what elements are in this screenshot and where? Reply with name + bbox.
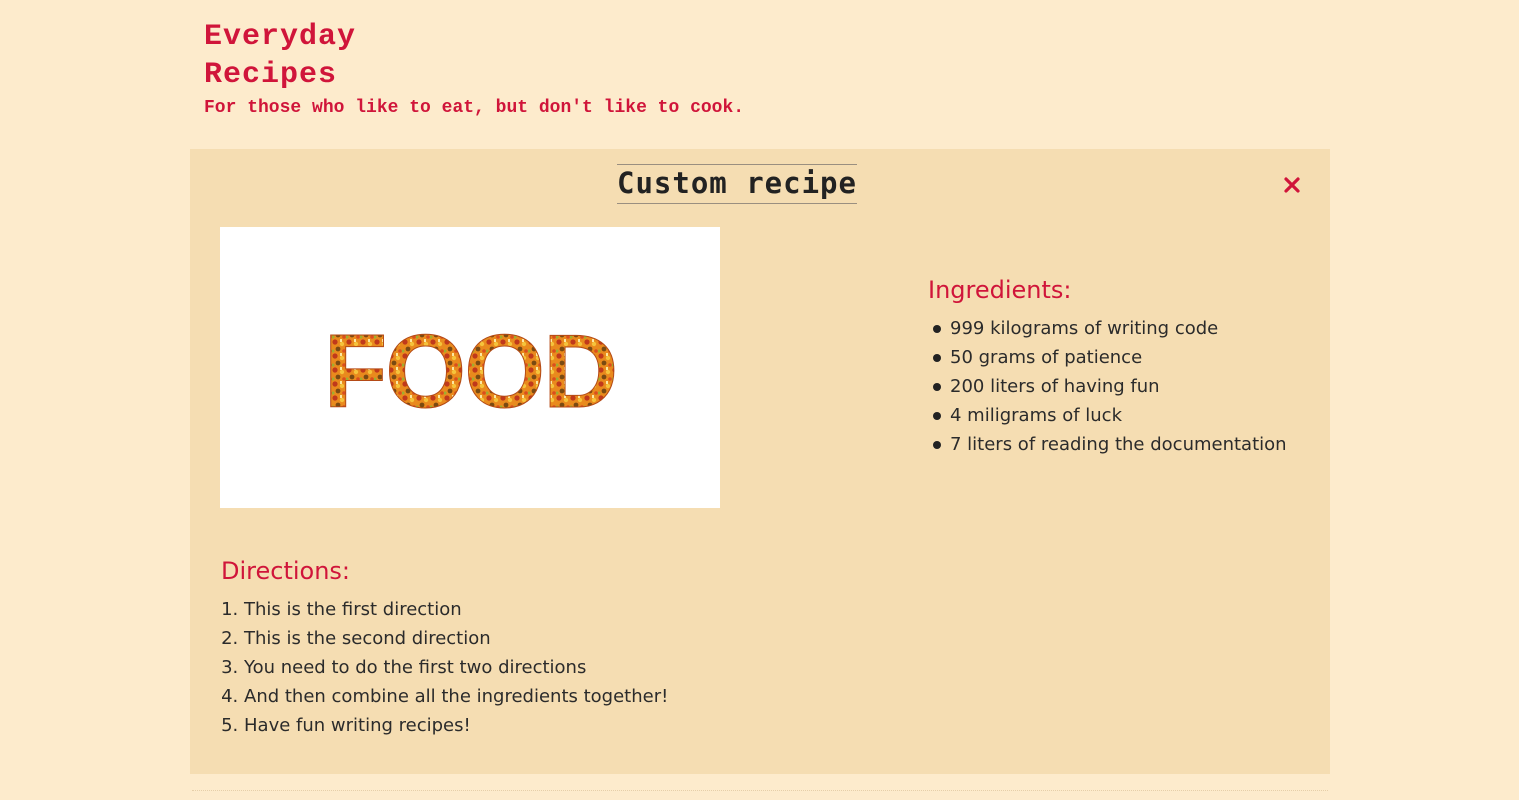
direction-item: You need to do the first two directions [244,653,668,682]
ingredient-item: 200 liters of having fun [933,372,1287,401]
directions-section: Directions: This is the first direction … [221,557,668,740]
site-header: Everyday Recipes For those who like to e… [204,18,744,118]
close-icon [1284,177,1300,193]
directions-list: This is the first direction This is the … [221,595,668,740]
footer-divider [192,790,1328,791]
ingredient-item: 7 liters of reading the documentation [933,430,1287,459]
direction-item: This is the first direction [244,595,668,624]
direction-item: Have fun writing recipes! [244,711,668,740]
recipe-card: Custom recipe FOOD Ingredients: 999 kilo… [190,149,1330,774]
ingredients-heading: Ingredients: [928,276,1072,304]
directions-heading: Directions: [221,557,351,585]
recipe-image: FOOD [220,227,720,508]
site-tagline: For those who like to eat, but don't lik… [204,98,745,118]
close-button[interactable] [1282,175,1302,195]
direction-item: This is the second direction [244,624,668,653]
recipe-title: Custom recipe [617,164,857,204]
ingredient-item: 999 kilograms of writing code [933,314,1287,343]
ingredients-section: Ingredients: 999 kilograms of writing co… [928,276,1287,459]
site-title[interactable]: Everyday Recipes [204,18,404,94]
ingredients-list: 999 kilograms of writing code 50 grams o… [928,314,1287,459]
food-image-text: FOOD [324,314,616,430]
direction-item: And then combine all the ingredients tog… [244,682,668,711]
ingredient-item: 50 grams of patience [933,343,1287,372]
ingredient-item: 4 miligrams of luck [933,401,1287,430]
